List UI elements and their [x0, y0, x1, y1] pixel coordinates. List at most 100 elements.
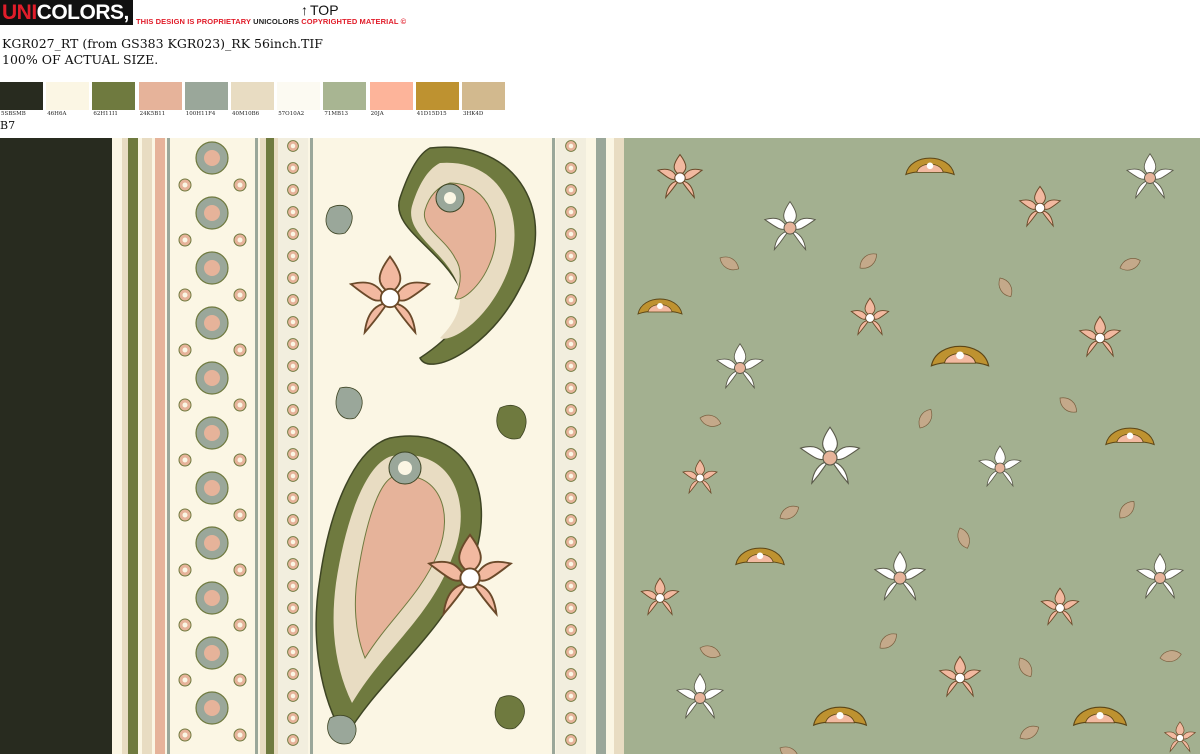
- dot-border-flower: [287, 206, 299, 218]
- border-side-flower: [233, 178, 247, 192]
- dot-border-flower: [287, 492, 299, 504]
- border-flower: [195, 636, 229, 670]
- dot-border-flower: [565, 206, 577, 218]
- color-swatch: 20JA: [369, 82, 413, 118]
- design-header: UNICOLORS, INC. THIS DESIGN IS PROPRIETA…: [0, 0, 1200, 138]
- dot-border-flower: [287, 184, 299, 196]
- swatch-code: 62H11I1: [93, 111, 118, 117]
- swatch-code: 40M10B6: [232, 111, 260, 117]
- logo-accent-text: UNI: [2, 1, 37, 24]
- dot-border-flower: [565, 668, 577, 680]
- dot-border-flower: [565, 316, 577, 328]
- dot-border-flower: [565, 426, 577, 438]
- border-side-flower: [233, 233, 247, 247]
- swatch-code: 3HK4D: [463, 111, 484, 117]
- dot-border-flower: [565, 184, 577, 196]
- border-flower: [195, 416, 229, 450]
- dot-border-flower: [565, 712, 577, 724]
- border-side-flower: [178, 398, 192, 412]
- dot-border-flower: [565, 382, 577, 394]
- border-side-flower: [233, 453, 247, 467]
- border-side-flower: [178, 508, 192, 522]
- swatch-code: 41D15D15: [416, 111, 447, 117]
- dot-border-flower: [565, 734, 577, 746]
- swatch-chip: [92, 82, 136, 110]
- dot-border-flower: [565, 470, 577, 482]
- swatch-code: 46H6A: [47, 111, 67, 117]
- dot-border-flower: [287, 228, 299, 240]
- dot-border-flower: [287, 338, 299, 350]
- border-side-flower: [233, 728, 247, 742]
- border-side-flower: [178, 618, 192, 632]
- swatch-chip: [231, 82, 274, 110]
- swatch-code: 100H11F4: [185, 111, 216, 117]
- border-side-flower: [178, 178, 192, 192]
- color-swatch: 40M10B6: [231, 82, 274, 118]
- color-swatch: 5SBSMB: [0, 82, 43, 118]
- dot-border-flower: [565, 140, 577, 152]
- color-swatch: 100H11F4: [184, 82, 228, 118]
- dot-border-flower: [565, 558, 577, 570]
- dot-border-flower: [565, 580, 577, 592]
- border-side-flower: [178, 563, 192, 577]
- dot-border-flower: [287, 382, 299, 394]
- border-side-flower: [233, 343, 247, 357]
- notice-text-1: THIS DESIGN IS PROPRIETARY: [136, 17, 254, 26]
- swatch-code: 24K5B11: [139, 111, 166, 117]
- color-swatch: 62H11I1: [92, 82, 136, 118]
- border-flower: [195, 471, 229, 505]
- top-indicator: ↑ TOP: [301, 2, 339, 18]
- dot-border-flower: [565, 536, 577, 548]
- notice-brand: UNICOLORS: [253, 17, 300, 26]
- border-side-flower: [178, 673, 192, 687]
- dot-border-flower: [565, 492, 577, 504]
- dot-border-flower: [565, 448, 577, 460]
- dot-border-flower: [287, 360, 299, 372]
- scale-note: 100% OF ACTUAL SIZE.: [2, 52, 159, 67]
- swatch-chip: [184, 82, 228, 110]
- dot-border-flower: [287, 734, 299, 746]
- border-side-flower: [233, 508, 247, 522]
- dot-border-flower: [287, 712, 299, 724]
- border-flower: [195, 581, 229, 615]
- dot-border-flower: [287, 162, 299, 174]
- dot-border-flower: [287, 404, 299, 416]
- border-flower: [195, 196, 229, 230]
- swatch-chip: [462, 82, 505, 110]
- color-swatch: 24K5B11: [138, 82, 182, 118]
- dot-border-flower: [287, 448, 299, 460]
- dot-border-flower: [565, 646, 577, 658]
- b-code: B7: [0, 119, 16, 132]
- swatch-chip: [415, 82, 459, 110]
- color-swatch: 46H6A: [46, 82, 90, 118]
- dot-border-flower: [565, 404, 577, 416]
- swatch-code: 20JA: [370, 111, 384, 117]
- dot-border-flower: [565, 360, 577, 372]
- dot-border-flower: [287, 514, 299, 526]
- print-artwork: [0, 138, 1200, 754]
- color-swatch: 41D15D15: [415, 82, 459, 118]
- dot-border-flower: [287, 426, 299, 438]
- dot-border-flower: [565, 162, 577, 174]
- swatch-chip: [323, 82, 367, 110]
- border-side-flower: [178, 728, 192, 742]
- dot-border-flower: [565, 624, 577, 636]
- color-swatch: 3HK4D: [462, 82, 505, 118]
- border-side-flower: [233, 563, 247, 577]
- file-name: KGR027_RT (from GS383 KGR023)_RK 56inch.…: [2, 36, 323, 51]
- unicolors-logo: UNICOLORS, INC.: [0, 0, 133, 49]
- dot-border-flower: [287, 580, 299, 592]
- dot-border-flower: [565, 602, 577, 614]
- up-arrow-icon: ↑: [301, 2, 308, 18]
- dot-border-flower: [287, 536, 299, 548]
- dot-border-flower: [287, 668, 299, 680]
- border-side-flower: [233, 618, 247, 632]
- color-swatch: 71MB13: [323, 82, 367, 118]
- dot-border-flower: [565, 228, 577, 240]
- swatch-code: 5SBSMB: [1, 111, 26, 117]
- border-flower: [195, 251, 229, 285]
- dot-border-flower: [287, 646, 299, 658]
- border-side-flower: [233, 288, 247, 302]
- border-flower: [195, 526, 229, 560]
- border-side-flower: [233, 673, 247, 687]
